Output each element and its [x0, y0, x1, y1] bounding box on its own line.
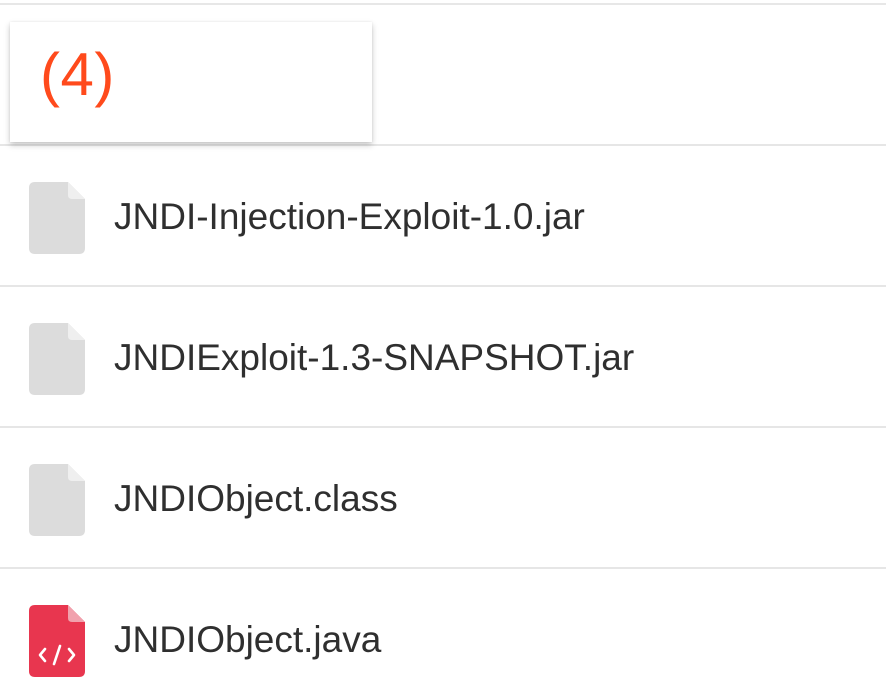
file-count-label: (4)	[40, 41, 115, 108]
file-list: JNDI-Injection-Exploit-1.0.jar JNDIExplo…	[0, 144, 886, 679]
file-name[interactable]: JNDIObject.class	[114, 476, 398, 522]
file-name[interactable]: JNDIObject.java	[114, 617, 381, 663]
file-row[interactable]: JNDIObject.java	[0, 567, 886, 679]
top-divider	[0, 3, 886, 5]
code-file-icon	[29, 605, 85, 677]
file-row[interactable]: JNDIObject.class	[0, 426, 886, 567]
generic-file-icon	[29, 323, 85, 395]
file-row[interactable]: JNDIExploit-1.3-SNAPSHOT.jar	[0, 285, 886, 426]
file-row[interactable]: JNDI-Injection-Exploit-1.0.jar	[0, 144, 886, 285]
file-list-panel: (4) JNDI-Injection-Exploit-1.0.jar JNDIE…	[0, 0, 886, 679]
generic-file-icon	[29, 182, 85, 254]
file-count-tab[interactable]: (4)	[10, 22, 372, 142]
file-name[interactable]: JNDIExploit-1.3-SNAPSHOT.jar	[114, 335, 634, 381]
generic-file-icon	[29, 464, 85, 536]
file-name[interactable]: JNDI-Injection-Exploit-1.0.jar	[114, 194, 585, 240]
